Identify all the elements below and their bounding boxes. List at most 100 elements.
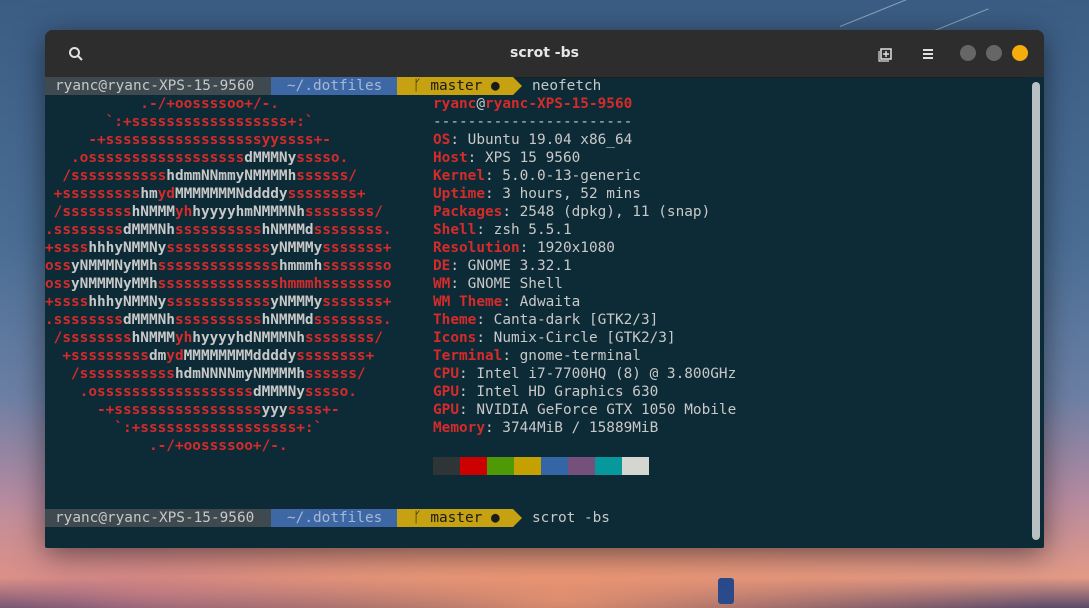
logo-line: +sssssssssdmydMMMMMMMMddddyssssssss+ <box>45 347 374 365</box>
info-value: : XPS 15 9560 <box>467 150 581 166</box>
logo-text: +ssss <box>45 294 89 310</box>
info-value: : Adwaita <box>502 294 581 310</box>
logo-text: oss <box>45 276 71 292</box>
logo-text: ssssssss. <box>313 222 392 238</box>
logo-text: dMMMNh <box>122 222 175 238</box>
logo-text: ssssssss+ <box>287 186 366 202</box>
logo-text: /ssssssss <box>45 330 132 346</box>
logo-text: MMMMMMMNddddy <box>174 186 288 202</box>
new-tab-icon <box>878 48 892 62</box>
logo-text: ssssssss/ <box>304 330 383 346</box>
logo-line: +sssshhhyNMMNyssssssssssssyNMMMysssssss+ <box>45 239 392 257</box>
close-button[interactable] <box>1012 45 1028 61</box>
logo-text: .-/+oossssoo+/-. <box>45 438 288 454</box>
logo-text: /ssssssss <box>45 204 132 220</box>
logo-text: ssssss/ <box>296 168 357 184</box>
logo-text: hNMMM <box>131 330 175 346</box>
color-swatch <box>433 457 460 475</box>
logo-text: /sssssssssss <box>45 168 167 184</box>
info-key: OS <box>433 132 451 148</box>
info-row: Shell: zsh 5.5.1 <box>433 221 572 239</box>
info-row: Theme: Canta-dark [GTK2/3] <box>433 311 658 329</box>
logo-text: hyyyyhdNMMMNh <box>192 330 305 346</box>
prompt-line: ryanc@ryanc-XPS-15-9560 ~/.dotfiles ᚴ ma… <box>45 77 1028 95</box>
logo-text: .-/+oossssoo+/-. <box>45 96 279 112</box>
logo-text: hdmNNNNmyNMMMMh <box>174 366 305 382</box>
logo-line: .ossssssssssssssssssdMMMNysssso. <box>45 149 348 167</box>
info-value: : 2548 (dpkg), 11 (snap) <box>502 204 711 220</box>
logo-line: /sssssssshNMMMyhhyyyyhmNMMMNhssssssss/ <box>45 203 383 221</box>
info-key: GPU <box>433 402 459 418</box>
prompt-line: ryanc@ryanc-XPS-15-9560 ~/.dotfiles ᚴ ma… <box>45 509 1028 527</box>
info-key: Resolution <box>433 240 520 256</box>
color-swatch <box>568 457 595 475</box>
color-swatch <box>514 457 541 475</box>
logo-text: yNMMMy <box>270 294 323 310</box>
info-key: GPU <box>433 384 459 400</box>
logo-text: `:+ssssssssssssssssss+:` <box>45 420 323 436</box>
logo-text: .ssssssss <box>45 312 123 328</box>
logo-line: ossyNMMMNyMMhsssssssssssssshmmmhssssssso <box>45 275 392 293</box>
terminal-output[interactable]: ryanc@ryanc-XPS-15-9560 ~/.dotfiles ᚴ ma… <box>45 77 1028 548</box>
logo-text: +ssss <box>45 240 89 256</box>
info-key: Kernel <box>433 168 485 184</box>
logo-text: sssssss+ <box>322 240 392 256</box>
info-value: : 3744MiB / 15889MiB <box>484 420 659 436</box>
maximize-button[interactable] <box>986 45 1002 61</box>
info-key: Theme <box>433 312 477 328</box>
prompt-path-segment: ~/.dotfiles <box>271 509 413 527</box>
info-row: Resolution: 1920x1080 <box>433 239 615 257</box>
logo-text: .ssssssss <box>45 222 123 238</box>
info-row: WM: GNOME Shell <box>433 275 563 293</box>
logo-text: hhhyNMMNy <box>88 240 167 256</box>
logo-line: .ossssssssssssssssssdMMMNysssso. <box>45 383 357 401</box>
info-row: OS: Ubuntu 19.04 x86_64 <box>433 131 632 149</box>
logo-text: ssssss/ <box>304 366 366 382</box>
logo-text: -+sssssssssssssssss <box>45 402 262 418</box>
logo-text: hdmmNNmmyNMMMMh <box>166 168 297 184</box>
info-value: : 5.0.0-13-generic <box>484 168 641 184</box>
logo-line: -+sssssssssssssssssyyyssss+- <box>45 401 340 419</box>
info-key: Packages <box>433 204 503 220</box>
logo-text: -+ssssssssssssssssssyyssss+- <box>45 132 331 148</box>
prompt-user-segment: ryanc@ryanc-XPS-15-9560 <box>45 77 271 95</box>
info-value: : Intel i7-7700HQ (8) @ 3.800GHz <box>459 366 737 382</box>
info-header: ryanc@ryanc-XPS-15-9560 <box>433 95 632 113</box>
logo-line: .-/+oossssoo+/-. <box>45 95 279 113</box>
info-row: GPU: NVIDIA GeForce GTX 1050 Mobile <box>433 401 736 419</box>
git-branch-label: master ● <box>430 510 500 526</box>
logo-line: `:+ssssssssssssssssss+:` <box>45 419 322 437</box>
info-value: : gnome-terminal <box>502 348 641 364</box>
hamburger-menu-icon <box>923 49 933 59</box>
logo-text: yNMMMy <box>270 240 323 256</box>
info-value: : GNOME 3.32.1 <box>450 258 572 274</box>
info-row: Uptime: 3 hours, 52 mins <box>433 185 641 203</box>
logo-text: dm <box>148 348 167 364</box>
logo-text: yNMMMNyMMh <box>71 276 158 292</box>
info-key: Memory <box>433 420 485 436</box>
color-swatch <box>541 457 568 475</box>
new-tab-button[interactable] <box>875 43 897 65</box>
info-row: DE: GNOME 3.32.1 <box>433 257 572 275</box>
info-row: CPU: Intel i7-7700HQ (8) @ 3.800GHz <box>433 365 736 383</box>
info-value: : zsh 5.5.1 <box>476 222 572 238</box>
color-swatch <box>487 457 514 475</box>
info-row: WM Theme: Adwaita <box>433 293 580 311</box>
logo-text: ssssssss+ <box>296 348 375 364</box>
logo-line: .-/+oossssoo+/-. <box>45 437 288 455</box>
logo-text: +sssssssss <box>45 186 141 202</box>
info-host: ryanc-XPS-15-9560 <box>485 96 633 112</box>
scrollbar-thumb[interactable] <box>1032 82 1040 540</box>
logo-text: hNMMM <box>131 204 175 220</box>
minimize-button[interactable] <box>960 45 976 61</box>
git-branch-label: master ● <box>430 78 500 94</box>
title-bar: scrot -bs <box>45 30 1044 78</box>
logo-text: hNMMMd <box>261 222 314 238</box>
terminal-window: scrot -bs ryanc@ryanc-XPS-15-9560 ~/.dot… <box>45 30 1044 548</box>
powerline-arrow <box>513 77 522 95</box>
logo-line: -+ssssssssssssssssssyyssss+- <box>45 131 331 149</box>
color-swatch <box>460 457 487 475</box>
menu-button[interactable] <box>917 43 939 65</box>
info-key: WM Theme <box>433 294 503 310</box>
logo-text: yd <box>166 348 184 364</box>
